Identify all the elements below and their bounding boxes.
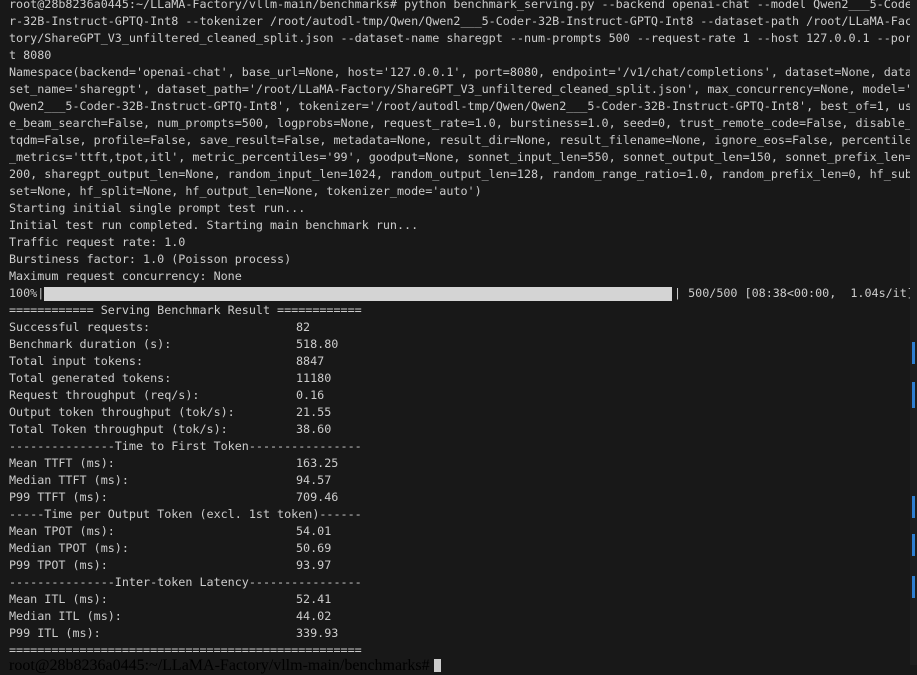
- metric-value: 82: [296, 320, 311, 334]
- metric-row: Median TTFT (ms): 94.57: [9, 472, 910, 489]
- progress-bar-fill: [44, 287, 672, 301]
- metric-value: 52.41: [296, 592, 332, 606]
- terminal-output[interactable]: root@28b8236a0445:~/LLaMA-Factory/vllm-m…: [0, 0, 910, 665]
- metric-row: Request throughput (req/s): 0.16: [9, 387, 910, 404]
- progress-bar: 100%| | 500/500 [08:38<00:00, 1.04s/it]: [9, 285, 910, 302]
- metric-row: Median ITL (ms): 44.02: [9, 608, 910, 625]
- command-output-block: root@28b8236a0445:~/LLaMA-Factory/vllm-m…: [9, 0, 910, 285]
- summary-metrics: Successful requests: 82 Benchmark duratio…: [9, 319, 910, 438]
- metric-label: Median TTFT (ms):: [9, 473, 129, 487]
- metric-row: Total Token throughput (tok/s): 38.60: [9, 421, 910, 438]
- metric-row: Successful requests: 82: [9, 319, 910, 336]
- metric-value: 38.60: [296, 422, 332, 436]
- metric-label: Total input tokens:: [9, 354, 144, 368]
- ttft-metrics: Mean TTFT (ms): 163.25 Median TTFT (ms): 9…: [9, 455, 910, 506]
- terminal-line: 200, sharegpt_output_len=None, random_in…: [9, 167, 910, 181]
- itl-header: ---------------Inter-token Latency------…: [9, 575, 362, 589]
- metric-value: 339.93: [296, 626, 339, 640]
- terminal-line: _metrics='ttft,tpot,itl', metric_percent…: [9, 150, 910, 164]
- terminal-line: e_beam_search=False, num_prompts=500, lo…: [9, 116, 910, 130]
- terminal-line: Traffic request rate: 1.0: [9, 235, 186, 249]
- metric-label: Total Token throughput (tok/s):: [9, 422, 228, 436]
- metric-label: Successful requests:: [9, 320, 151, 334]
- ttft-header: ---------------Time to First Token------…: [9, 439, 362, 453]
- metric-value: 93.97: [296, 558, 332, 572]
- metric-value: 163.25: [296, 456, 339, 470]
- metric-label: P99 ITL (ms):: [9, 626, 101, 640]
- terminal-line: set_name='sharegpt', dataset_path='/root…: [9, 82, 910, 96]
- metric-value: 518.80: [296, 337, 339, 351]
- metric-row: Output token throughput (tok/s): 21.55: [9, 404, 910, 421]
- metric-value: 54.01: [296, 524, 332, 538]
- shell-prompt: root@28b8236a0445:~/LLaMA-Factory/vllm-m…: [9, 657, 434, 674]
- vertical-scrollbar[interactable]: [910, 0, 917, 665]
- metric-row: Benchmark duration (s): 518.80: [9, 336, 910, 353]
- shell-prompt-line[interactable]: root@28b8236a0445:~/LLaMA-Factory/vllm-m…: [9, 657, 441, 675]
- progress-stats: | 500/500 [08:38<00:00, 1.04s/it]: [674, 286, 910, 300]
- scrollbar-marker: [912, 534, 915, 556]
- itl-metrics: Mean ITL (ms): 52.41 Median ITL (ms): 44.0…: [9, 591, 910, 642]
- metric-row: Mean ITL (ms): 52.41: [9, 591, 910, 608]
- terminal-line: Initial test run completed. Starting mai…: [9, 218, 419, 232]
- metric-label: P99 TTFT (ms):: [9, 490, 108, 504]
- terminal-line: Namespace(backend='openai-chat', base_ur…: [9, 65, 910, 79]
- metric-row: Total input tokens: 8847: [9, 353, 910, 370]
- terminal-line: t 8080: [9, 48, 52, 62]
- metric-value: 0.16: [296, 388, 325, 402]
- scrollbar-marker: [912, 382, 915, 408]
- terminal-line: Burstiness factor: 1.0 (Poisson process): [9, 252, 292, 266]
- text-cursor: [433, 659, 441, 672]
- terminal-line: root@28b8236a0445:~/LLaMA-Factory/vllm-m…: [9, 0, 910, 11]
- tpot-header: -----Time per Output Token (excl. 1st to…: [9, 507, 362, 521]
- metric-value: 94.57: [296, 473, 332, 487]
- metric-row: P99 TTFT (ms): 709.46: [9, 489, 910, 506]
- tpot-metrics: Mean TPOT (ms): 54.01 Median TPOT (ms): 50…: [9, 523, 910, 574]
- metric-label: Mean TPOT (ms):: [9, 524, 115, 538]
- terminal-line: r-32B-Instruct-GPTQ-Int8 --tokenizer /ro…: [9, 14, 910, 28]
- scrollbar-marker: [912, 342, 915, 364]
- metric-label: Mean TTFT (ms):: [9, 456, 115, 470]
- metric-label: Output token throughput (tok/s):: [9, 405, 235, 419]
- metric-label: Median TPOT (ms):: [9, 541, 129, 555]
- terminal-line: set=None, hf_split=None, hf_output_len=N…: [9, 184, 482, 198]
- metric-value: 11180: [296, 371, 332, 385]
- metric-value: 709.46: [296, 490, 339, 504]
- terminal-line: tqdm=False, profile=False, save_result=F…: [9, 133, 910, 147]
- progress-percent: 100%|: [9, 286, 45, 300]
- metric-row: Total generated tokens: 11180: [9, 370, 910, 387]
- metric-value: 44.02: [296, 609, 332, 623]
- metric-row: Median TPOT (ms): 50.69: [9, 540, 910, 557]
- result-header: ============ Serving Benchmark Result ==…: [9, 303, 362, 317]
- metric-value: 50.69: [296, 541, 332, 555]
- metric-label: Request throughput (req/s):: [9, 388, 200, 402]
- terminal-line: Maximum request concurrency: None: [9, 269, 242, 283]
- terminal-line: Starting initial single prompt test run.…: [9, 201, 306, 215]
- metric-row: P99 ITL (ms): 339.93: [9, 625, 910, 642]
- metric-row: P99 TPOT (ms): 93.97: [9, 557, 910, 574]
- terminal-line: Qwen2___5-Coder-32B-Instruct-GPTQ-Int8',…: [9, 99, 910, 113]
- metric-value: 21.55: [296, 405, 332, 419]
- metric-label: Median ITL (ms):: [9, 609, 122, 623]
- terminal-line: tory/ShareGPT_V3_unfiltered_cleaned_spli…: [9, 31, 910, 45]
- scrollbar-marker: [912, 496, 915, 518]
- metric-value: 8847: [296, 354, 325, 368]
- metric-label: Mean ITL (ms):: [9, 592, 108, 606]
- metric-label: Benchmark duration (s):: [9, 337, 172, 351]
- metric-row: Mean TPOT (ms): 54.01: [9, 523, 910, 540]
- metric-row: Mean TTFT (ms): 163.25: [9, 455, 910, 472]
- metric-label: Total generated tokens:: [9, 371, 172, 385]
- scrollbar-marker: [912, 576, 915, 598]
- metric-label: P99 TPOT (ms):: [9, 558, 108, 572]
